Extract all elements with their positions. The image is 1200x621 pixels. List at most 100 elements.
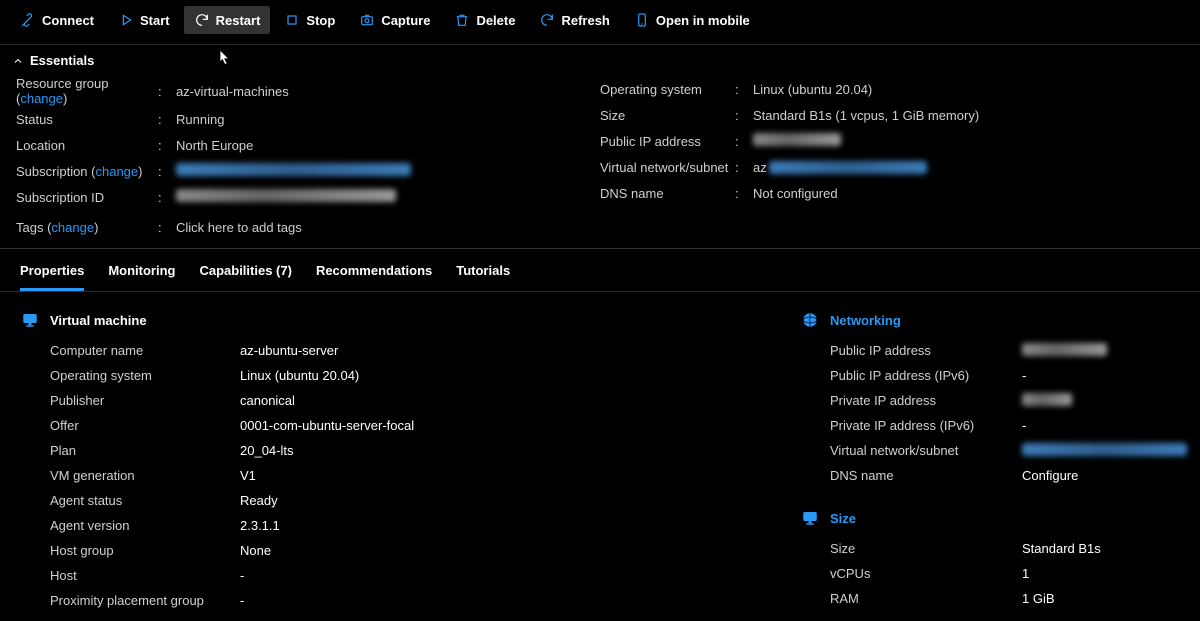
resource-group-value[interactable]: az-virtual-machines [176,84,289,99]
net-pip6-value: - [1022,368,1026,383]
connect-label: Connect [42,13,94,28]
stop-label: Stop [306,13,335,28]
play-icon [118,12,134,28]
offer-value: 0001-com-ubuntu-server-focal [240,418,414,433]
publisher-label: Publisher [50,393,240,408]
networking-section-title: Networking [830,313,901,328]
capture-label: Capture [381,13,430,28]
tags-label: Tags (change) [16,220,158,235]
net-prip6-label: Private IP address (IPv6) [830,418,1022,433]
restart-button[interactable]: Restart [184,6,271,34]
restart-label: Restart [216,13,261,28]
capture-button[interactable]: Capture [349,6,440,34]
size-section: Size SizeStandard B1s vCPUs1 RAM1 GiB [800,508,1187,611]
open-mobile-label: Open in mobile [656,13,750,28]
size-vcpu-label: vCPUs [830,566,1022,581]
subscription-id-label: Subscription ID [16,190,158,205]
os-prop-value: Linux (ubuntu 20.04) [240,368,359,383]
publisher-value: canonical [240,393,295,408]
vnet-label: Virtual network/subnet [600,160,735,175]
refresh-button[interactable]: Refresh [529,6,619,34]
plug-icon [20,12,36,28]
os-value: Linux (ubuntu 20.04) [753,82,872,97]
ppg-label: Proximity placement group [50,593,240,608]
tab-capabilities[interactable]: Capabilities (7) [199,259,291,291]
tab-recommendations[interactable]: Recommendations [316,259,432,291]
size-value: Standard B1s (1 vcpus, 1 GiB memory) [753,108,979,123]
tab-properties[interactable]: Properties [20,259,84,291]
net-prip-value [1022,393,1072,409]
location-value: North Europe [176,138,253,153]
essentials-title: Essentials [30,53,94,68]
plan-value: 20_04-lts [240,443,293,458]
essentials-panel: Resource group (change) : az-virtual-mac… [0,74,1200,249]
os-label: Operating system [600,82,735,97]
size-size-label: Size [830,541,1022,556]
size-vcpu-value: 1 [1022,566,1029,581]
delete-button[interactable]: Delete [444,6,525,34]
computer-name-label: Computer name [50,343,240,358]
properties-panel: Virtual machine Computer nameaz-ubuntu-s… [0,292,1200,621]
stop-button[interactable]: Stop [274,6,345,34]
chevron-up-icon [12,55,24,67]
resource-group-label: Resource group (change) [16,76,158,106]
size-section-header[interactable]: Size [800,508,1187,528]
net-vnet-value[interactable] [1022,443,1187,459]
host-value: - [240,568,244,583]
networking-section: Networking Public IP address Public IP a… [800,310,1187,488]
tags-add-link[interactable]: Click here to add tags [176,220,302,235]
refresh-icon [539,12,555,28]
plan-label: Plan [50,443,240,458]
essentials-toggle[interactable]: Essentials [0,45,1200,74]
vm-section-header: Virtual machine [20,310,780,330]
open-mobile-button[interactable]: Open in mobile [624,6,760,34]
properties-left-col: Virtual machine Computer nameaz-ubuntu-s… [20,310,780,621]
status-label: Status [16,112,158,127]
host-label: Host [50,568,240,583]
public-ip-label: Public IP address [600,134,735,149]
subscription-label: Subscription (change) [16,164,158,179]
tags-change-link[interactable]: change [51,220,94,235]
size-ram-value: 1 GiB [1022,591,1055,606]
vmgen-value: V1 [240,468,256,483]
capture-icon [359,12,375,28]
offer-label: Offer [50,418,240,433]
networking-section-header[interactable]: Networking [800,310,1187,330]
vm-section: Virtual machine Computer nameaz-ubuntu-s… [20,310,780,613]
subscription-change-link[interactable]: change [95,164,138,179]
public-ip-value [753,133,841,149]
size-ram-label: RAM [830,591,1022,606]
net-vnet-label: Virtual network/subnet [830,443,1022,458]
tab-monitoring[interactable]: Monitoring [108,259,175,291]
start-button[interactable]: Start [108,6,180,34]
host-group-value[interactable]: None [240,543,271,558]
trash-icon [454,12,470,28]
essentials-left: Resource group (change) : az-virtual-mac… [16,76,600,240]
subscription-id-value [176,189,396,205]
connect-button[interactable]: Connect [10,6,104,34]
refresh-label: Refresh [561,13,609,28]
globe-icon [800,310,820,330]
agent-version-label: Agent version [50,518,240,533]
vnet-value[interactable]: az [753,160,927,175]
properties-right-col: Networking Public IP address Public IP a… [800,310,1187,621]
computer-name-value: az-ubuntu-server [240,343,338,358]
net-dns-label: DNS name [830,468,1022,483]
net-prip6-value: - [1022,418,1026,433]
vm-section-title: Virtual machine [50,313,147,328]
net-dns-value[interactable]: Configure [1022,468,1078,483]
size-size-value: Standard B1s [1022,541,1101,556]
monitor-icon [800,508,820,528]
agent-status-value: Ready [240,493,278,508]
start-label: Start [140,13,170,28]
stop-icon [284,12,300,28]
dns-label: DNS name [600,186,735,201]
dns-value[interactable]: Not configured [753,186,838,201]
location-label: Location [16,138,158,153]
status-value: Running [176,112,224,127]
resource-group-change-link[interactable]: change [20,91,63,106]
size-section-title: Size [830,511,856,526]
tab-tutorials[interactable]: Tutorials [456,259,510,291]
subscription-value [176,163,411,179]
net-prip-label: Private IP address [830,393,1022,408]
